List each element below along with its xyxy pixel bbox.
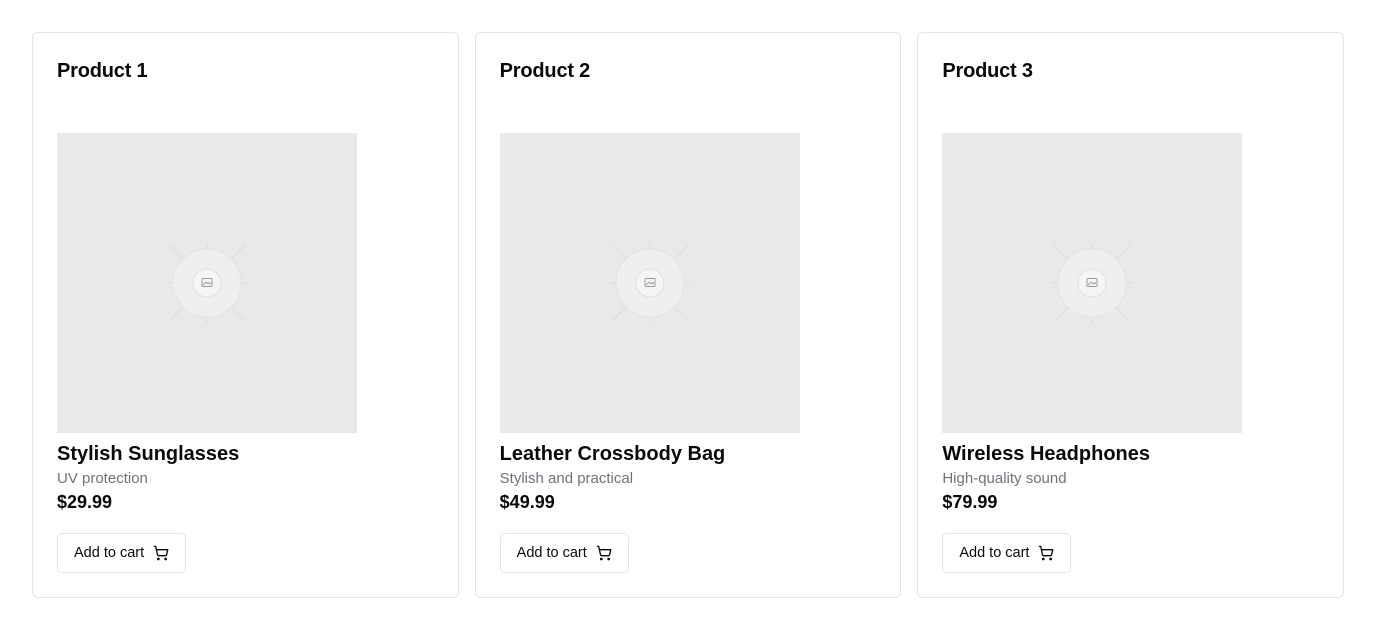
product-description: High-quality sound — [942, 470, 1067, 487]
add-to-cart-button[interactable]: Add to cart — [57, 533, 187, 573]
product-price: $79.99 — [942, 492, 998, 512]
image-placeholder-icon — [1052, 243, 1133, 323]
product-name: Stylish Sunglasses — [57, 443, 240, 465]
image-placeholder-icon — [167, 243, 247, 323]
product-grid: Product 1 Stylish Sunglasses UV protecti… — [32, 32, 1345, 598]
shopping-cart-icon — [596, 545, 612, 561]
product-description: UV protection — [57, 470, 148, 487]
card-title: Product 1 — [57, 60, 148, 82]
product-price: $49.99 — [499, 492, 555, 512]
card-title: Product 2 — [499, 60, 591, 82]
product-card: Product 1 Stylish Sunglasses UV protecti… — [32, 32, 459, 598]
product-image — [499, 133, 800, 433]
product-image — [57, 133, 357, 433]
shopping-cart-icon — [153, 545, 169, 561]
add-to-cart-label: Add to cart — [959, 545, 1030, 561]
add-to-cart-label: Add to cart — [74, 545, 145, 561]
product-image — [942, 133, 1243, 433]
product-price: $29.99 — [57, 492, 113, 512]
shopping-cart-icon — [1038, 545, 1054, 561]
add-to-cart-button[interactable]: Add to cart — [942, 533, 1072, 573]
product-description: Stylish and practical — [499, 470, 634, 487]
product-name: Leather Crossbody Bag — [499, 443, 726, 465]
image-placeholder-icon — [609, 243, 690, 323]
add-to-cart-button[interactable]: Add to cart — [499, 533, 629, 573]
product-card: Product 3 Wireless Headphones High-quali… — [917, 32, 1345, 598]
product-name: Wireless Headphones — [942, 443, 1151, 465]
card-title: Product 3 — [942, 60, 1033, 82]
product-card: Product 2 Leather Crossbody Bag Stylish … — [474, 32, 902, 598]
add-to-cart-label: Add to cart — [516, 545, 587, 561]
